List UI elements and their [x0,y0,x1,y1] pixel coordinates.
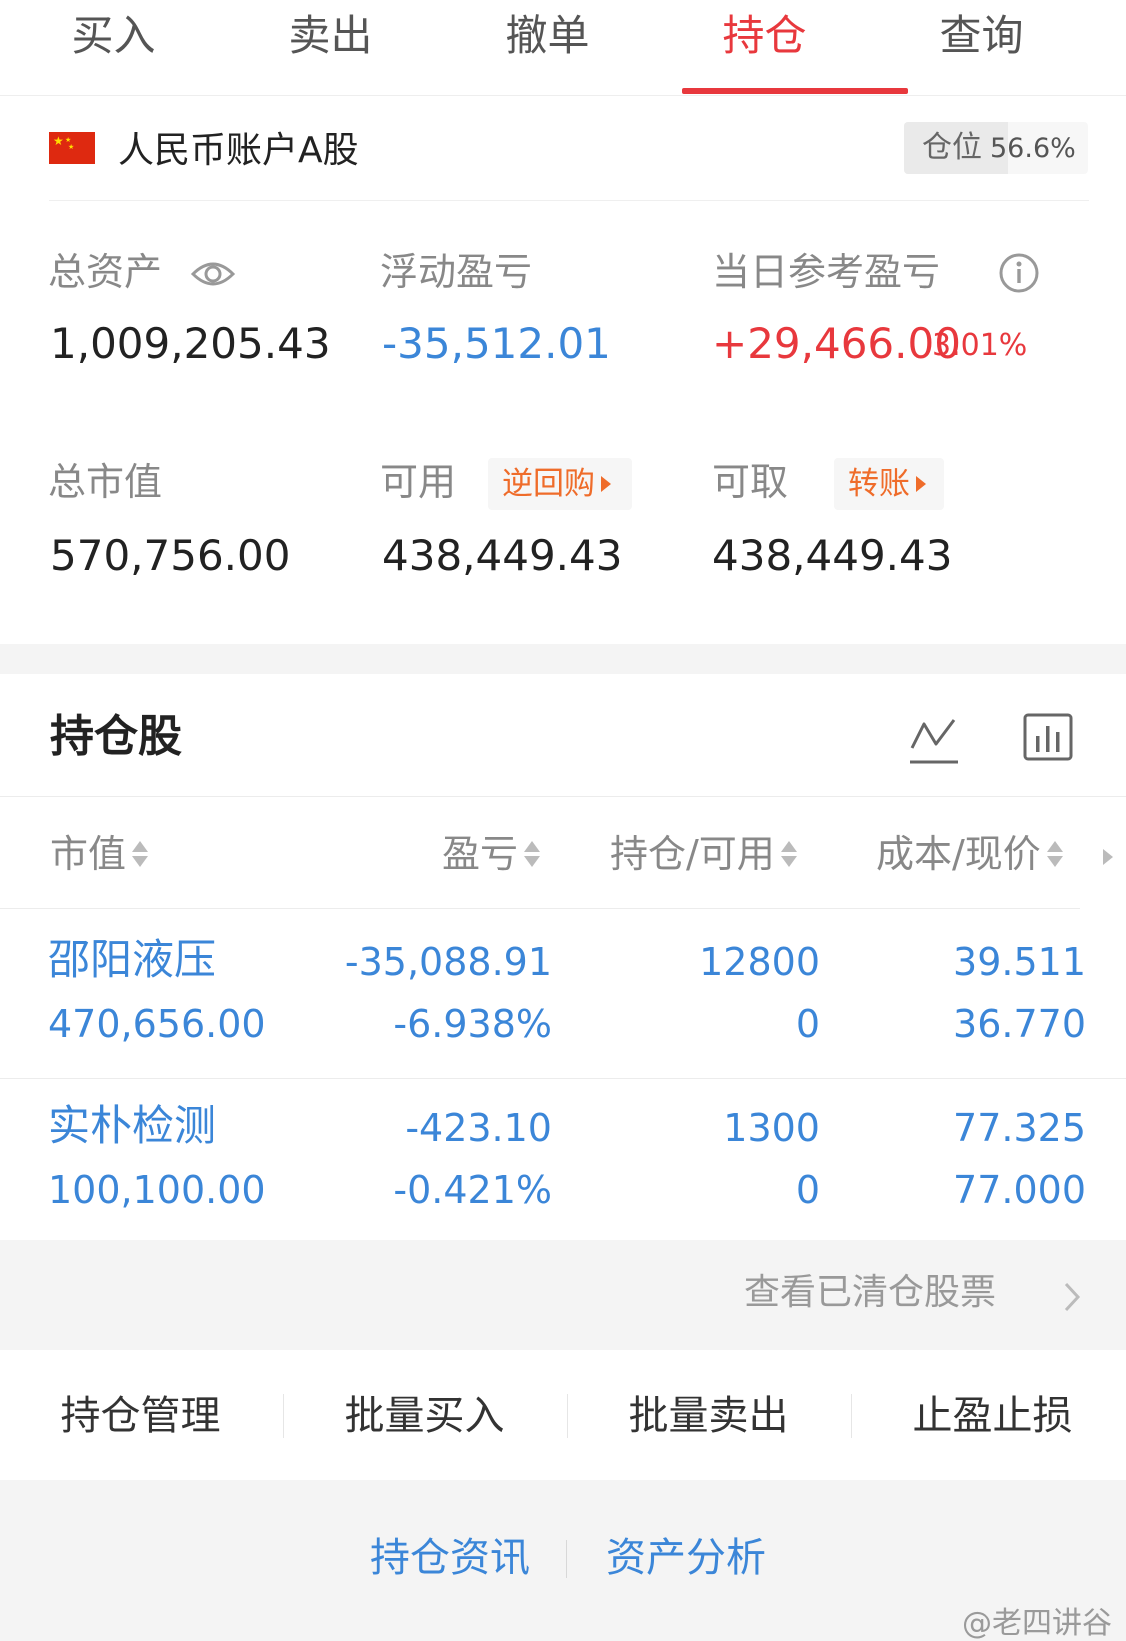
account-header: ★ ★ ★ 人民币账户A股 仓位 56.6% [0,110,1126,202]
floating-pl-value: -35,512.01 [382,319,611,368]
sort-icon [524,841,541,867]
reverse-repo-label: 逆回购 [502,466,595,502]
reverse-repo-button[interactable]: 逆回购 [488,458,632,510]
stock-price: 36.770 [953,1002,1086,1046]
position-ratio-value: 56.6% [990,133,1076,164]
stock-price: 77.000 [953,1168,1086,1212]
watermark: @老四讲谷 [962,1606,1112,1641]
triangle-right-icon [601,476,611,492]
account-name: 人民币账户A股 [118,130,359,171]
info-icon[interactable] [998,252,1040,294]
trend-line-icon[interactable] [908,712,960,766]
batch-sell-button[interactable]: 批量卖出 [568,1390,849,1442]
table-row[interactable]: 邵阳液压 470,656.00 -35,088.91 -6.938% 12800… [0,920,1126,1080]
available-label: 可用 [380,460,457,504]
divider [566,1540,567,1578]
divider [0,908,1080,909]
stock-cost: 77.325 [953,1106,1086,1150]
column-label: 成本/现价 [876,832,1041,876]
batch-buy-button[interactable]: 批量买入 [284,1390,565,1442]
active-tab-indicator [682,88,908,94]
tab-cancel[interactable]: 撤单 [434,8,661,64]
cleared-stocks-link[interactable]: 查看已清仓股票 [744,1270,996,1316]
stock-name: 实朴检测 [48,1101,217,1150]
daily-pl-value: +29,466.00 [712,319,961,368]
column-header-market-value[interactable]: 市值 [50,830,150,878]
divider [49,200,1089,201]
asset-analysis-link[interactable]: 资产分析 [606,1532,766,1584]
section-gap [0,644,1126,674]
tab-bar: 买入 卖出 撤单 持仓 查询 [0,0,1126,96]
transfer-label: 转账 [848,466,910,502]
transfer-button[interactable]: 转账 [834,458,944,510]
tab-sell[interactable]: 卖出 [217,8,444,64]
column-label: 盈亏 [442,832,519,876]
take-profit-stop-loss-button[interactable]: 止盈止损 [852,1390,1126,1442]
position-ratio-badge: 仓位 56.6% [904,122,1088,174]
market-value-label: 总市值 [48,460,163,504]
bottom-links: 持仓资讯 资产分析 @老四讲谷 [0,1480,1126,1641]
bar-chart-icon[interactable] [1022,712,1074,762]
column-label: 持仓/可用 [610,832,775,876]
stock-pl: -423.10 [405,1106,552,1150]
triangle-right-icon [916,476,926,492]
daily-pl-label: 当日参考盈亏 [712,250,941,294]
stock-pl-percent: -0.421% [393,1168,552,1212]
stock-market-value: 100,100.00 [48,1168,266,1212]
stock-available: 0 [795,1168,820,1212]
table-row[interactable]: 实朴检测 100,100.00 -423.10 -0.421% 1300 0 7… [0,1086,1126,1246]
holdings-news-link[interactable]: 持仓资讯 [370,1532,530,1584]
column-header-pl[interactable]: 盈亏 [442,830,542,878]
eye-icon[interactable] [190,254,236,294]
position-management-button[interactable]: 持仓管理 [0,1390,281,1442]
column-header-cost-price[interactable]: 成本/现价 [876,830,1065,878]
daily-pl-percent: 3.01% [932,328,1028,363]
total-assets-value: 1,009,205.43 [50,319,331,368]
stock-cost: 39.511 [953,940,1086,984]
stock-name: 邵阳液压 [48,935,217,984]
total-assets-label: 总资产 [48,250,163,294]
stock-pl: -35,088.91 [344,940,552,984]
withdrawable-value: 438,449.43 [712,531,953,580]
column-label: 市值 [50,832,127,876]
chevron-right-icon[interactable] [1062,1280,1082,1314]
action-bar: 持仓管理 批量买入 批量卖出 止盈止损 [0,1350,1126,1480]
divider [0,796,1126,797]
stock-quantity: 12800 [699,940,820,984]
floating-pl-label: 浮动盈亏 [380,250,533,294]
withdrawable-label: 可取 [712,460,789,504]
tab-query[interactable]: 查询 [868,8,1095,64]
stock-quantity: 1300 [723,1106,820,1150]
divider [0,1078,1126,1079]
china-flag-icon: ★ ★ ★ [49,132,95,164]
sort-icon [1046,841,1063,867]
stock-market-value: 470,656.00 [48,1002,266,1046]
tab-buy[interactable]: 买入 [0,8,227,64]
stock-available: 0 [795,1002,820,1046]
market-value-value: 570,756.00 [50,531,291,580]
stock-pl-percent: -6.938% [393,1002,552,1046]
sort-icon [780,841,797,867]
tab-positions[interactable]: 持仓 [651,8,878,64]
sort-icon [132,841,149,867]
column-header-qty[interactable]: 持仓/可用 [610,830,799,878]
holdings-title: 持仓股 [50,711,182,762]
scroll-right-icon[interactable] [1100,846,1116,868]
position-ratio-label: 仓位 [922,130,982,165]
available-value: 438,449.43 [382,531,623,580]
